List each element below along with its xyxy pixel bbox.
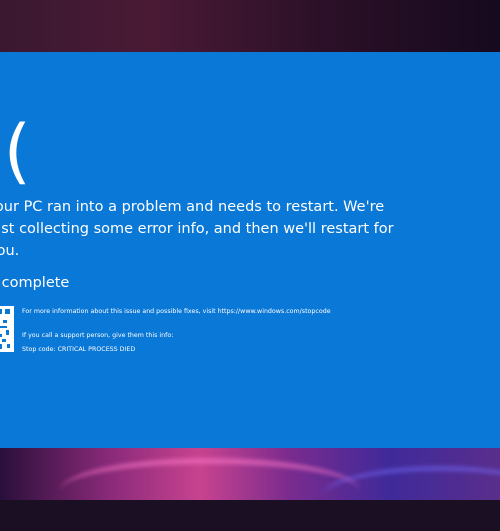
error-message: Your PC ran into a problem and needs to …	[0, 196, 394, 262]
progress-percent: 0% complete	[0, 275, 70, 291]
sad-face-emoticon: :(	[0, 110, 31, 192]
blue-screen-of-death: :( Your PC ran into a problem and needs …	[0, 52, 500, 448]
qr-code-icon	[0, 306, 14, 352]
error-message-line-3: you.	[0, 243, 20, 259]
error-message-line-1: Your PC ran into a problem and needs to …	[0, 199, 385, 215]
error-message-line-2: just collecting some error info, and the…	[0, 221, 394, 237]
stopcode-info: For more information about this issue an…	[22, 308, 492, 354]
desktop-wallpaper-bottom	[0, 448, 500, 500]
desktop-wallpaper-top	[0, 0, 500, 52]
more-info-text: For more information about this issue an…	[22, 308, 331, 315]
support-text: If you call a support person, give them …	[22, 332, 174, 339]
stop-code: Stop code: CRITICAL PROCESS DIED	[22, 346, 136, 353]
